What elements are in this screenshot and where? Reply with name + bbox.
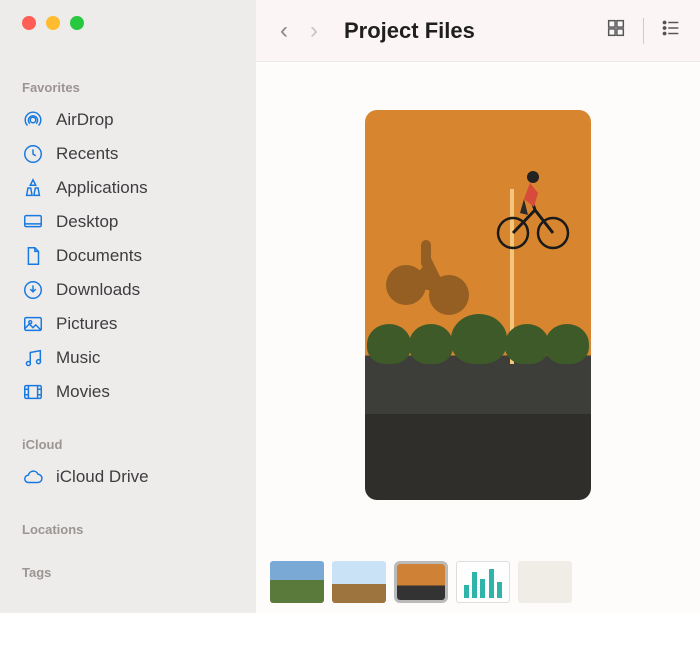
toolbar-divider [643,18,644,44]
desktop-icon [22,211,44,233]
sidebar-section-icloud: iCloud [22,437,256,452]
preview-element-bush [451,314,507,364]
sidebar-item-desktop[interactable]: Desktop [0,205,256,239]
list-view-button[interactable] [660,17,682,44]
applications-icon [22,177,44,199]
preview-element-bush [409,324,453,364]
minimize-window-button[interactable] [46,16,60,30]
zoom-window-button[interactable] [70,16,84,30]
thumbnail-item-selected[interactable] [394,561,448,603]
music-icon [22,347,44,369]
cloud-icon [22,466,44,488]
sidebar-item-label: AirDrop [56,110,114,130]
thumbnail-strip [256,561,700,603]
thumbnail-item[interactable] [270,561,324,603]
airdrop-icon [22,109,44,131]
sidebar-item-label: Music [56,348,100,368]
preview-element-bush [505,324,549,364]
sidebar-item-label: Pictures [56,314,117,334]
gallery-content [256,62,700,613]
sidebar-item-downloads[interactable]: Downloads [0,273,256,307]
sidebar-item-label: iCloud Drive [56,467,149,487]
movies-icon [22,381,44,403]
selected-file-preview[interactable] [365,110,591,500]
folder-title: Project Files [344,18,595,44]
window-controls [0,16,256,30]
sidebar-item-music[interactable]: Music [0,341,256,375]
sidebar-item-recents[interactable]: Recents [0,137,256,171]
sidebar-item-icloud-drive[interactable]: iCloud Drive [0,460,256,494]
sidebar-item-airdrop[interactable]: AirDrop [0,103,256,137]
sidebar-section-locations[interactable]: Locations [22,522,256,537]
sidebar-item-pictures[interactable]: Pictures [0,307,256,341]
sidebar-item-movies[interactable]: Movies [0,375,256,409]
close-window-button[interactable] [22,16,36,30]
finder-window: Favorites AirDrop Recents Applications D… [0,0,700,613]
sidebar-item-label: Recents [56,144,118,164]
sidebar-section-tags[interactable]: Tags [22,565,256,580]
downloads-icon [22,279,44,301]
pictures-icon [22,313,44,335]
sidebar: Favorites AirDrop Recents Applications D… [0,0,256,613]
sidebar-section-favorites: Favorites [22,80,256,95]
thumbnail-item[interactable] [456,561,510,603]
preview-element-bush [367,324,411,364]
preview-element-bush [545,324,589,364]
sidebar-item-label: Applications [56,178,148,198]
sidebar-item-documents[interactable]: Documents [0,239,256,273]
thumbnail-item[interactable] [518,561,572,603]
back-button[interactable]: ‹ [274,17,294,45]
preview-element-shadow [371,220,481,330]
clock-icon [22,143,44,165]
document-icon [22,245,44,267]
sidebar-item-label: Desktop [56,212,118,232]
thumbnail-item[interactable] [332,561,386,603]
sidebar-item-label: Documents [56,246,142,266]
sidebar-item-label: Downloads [56,280,140,300]
forward-button[interactable]: › [304,17,324,45]
icon-view-button[interactable] [605,17,627,44]
preview-element-biker [495,165,570,255]
main-pane: ‹ › Project Files [256,0,700,613]
sidebar-item-label: Movies [56,382,110,402]
toolbar: ‹ › Project Files [256,0,700,62]
sidebar-item-applications[interactable]: Applications [0,171,256,205]
